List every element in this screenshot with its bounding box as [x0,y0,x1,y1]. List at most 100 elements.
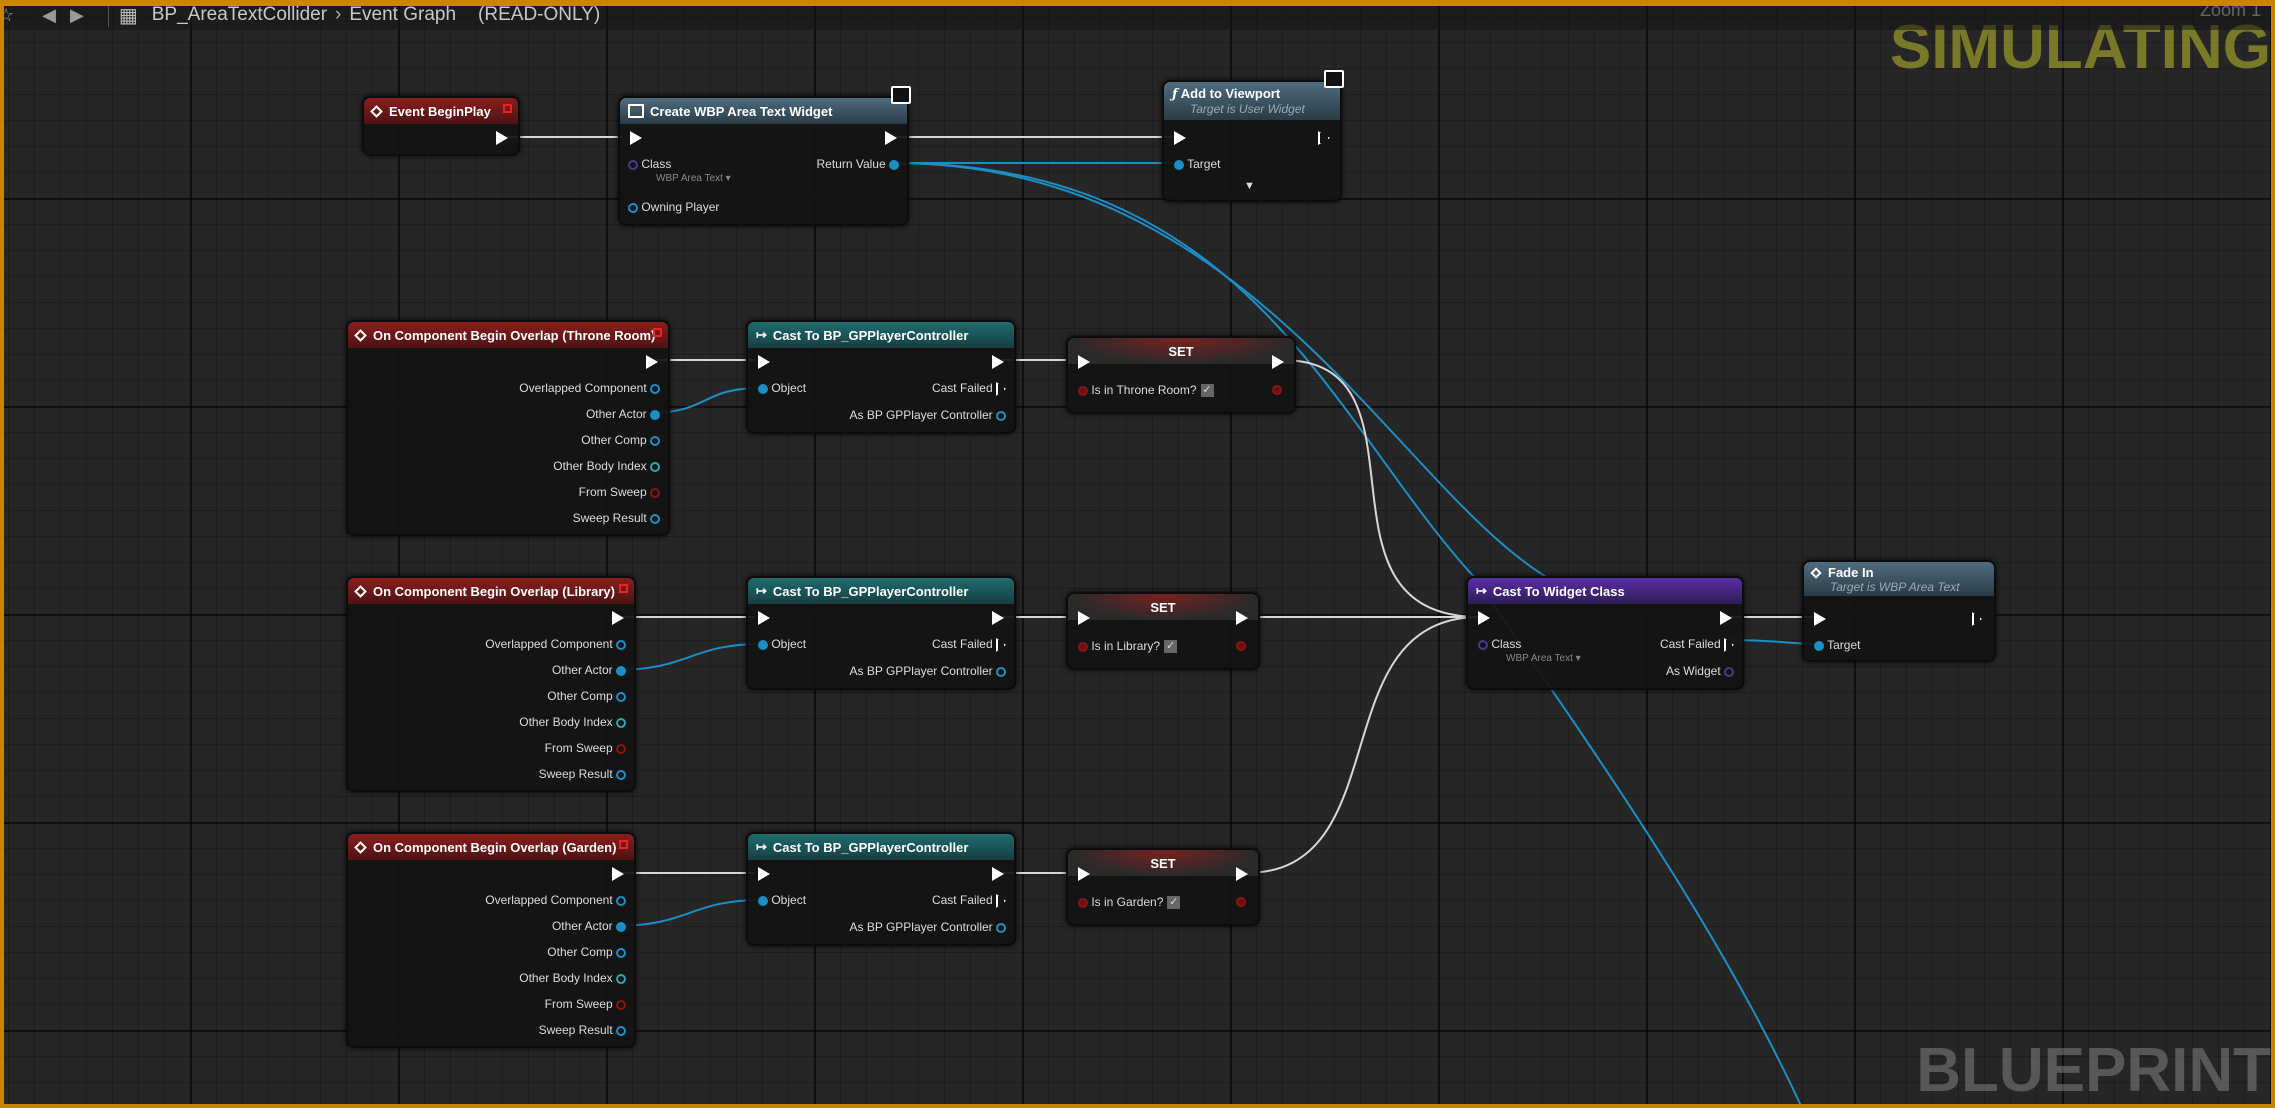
exec-out-pin[interactable] [992,867,1004,881]
class-pin[interactable]: Class [1478,637,1521,651]
cast-failed-pin[interactable]: Cast Failed [932,637,1006,652]
exec-out-pin[interactable] [1972,612,1982,626]
exec-out-pin[interactable] [612,867,624,881]
node-header: On Component Begin Overlap (Garden) [348,834,634,860]
cast-failed-pin[interactable]: Cast Failed [932,381,1006,396]
cast-failed-pin[interactable]: Cast Failed [932,893,1006,908]
forward-arrow-icon[interactable]: ▶ [70,5,84,26]
is-in-garden-pin[interactable]: Is in Garden? ✓ [1078,895,1181,910]
back-arrow-icon[interactable]: ◀ [42,5,56,26]
cast-to-playercontroller-node[interactable]: ↦ Cast To BP_GPPlayerController Object Ca… [746,320,1016,434]
overlap-throne-room-node[interactable]: On Component Begin Overlap (Throne Room)… [346,320,670,536]
checkbox[interactable]: ✓ [1164,640,1178,654]
as-playercontroller-pin[interactable]: As BP GPPlayer Controller [849,408,1006,422]
other-body-index-pin[interactable]: Other Body Index [519,971,626,985]
exec-in-pin[interactable] [630,131,642,145]
bool-out-pin[interactable] [1236,641,1246,651]
return-value-pin[interactable]: Return Value [817,157,899,171]
delegate-pin-icon[interactable] [619,584,628,593]
exec-in-pin[interactable] [1814,612,1826,626]
exec-in-pin[interactable] [758,611,770,625]
overlapped-component-pin[interactable]: Overlapped Component [519,381,660,395]
exec-out-pin[interactable] [612,611,624,625]
exec-in-pin[interactable] [1478,611,1490,625]
class-pin[interactable]: Class [628,157,671,171]
from-sweep-pin[interactable]: From Sweep [545,997,626,1011]
checkbox[interactable]: ✓ [1167,896,1181,910]
other-comp-pin[interactable]: Other Comp [581,433,660,447]
expand-arrow-icon[interactable]: ▼ [1244,180,1255,192]
breadcrumb-graph[interactable]: Event Graph [349,4,456,26]
exec-in-pin[interactable] [1078,867,1090,881]
owning-player-pin[interactable]: Owning Player [628,200,719,214]
exec-out-pin[interactable] [1236,867,1248,881]
other-actor-pin[interactable]: Other Actor [552,919,626,933]
bool-out-pin[interactable] [1272,385,1282,395]
class-dropdown[interactable]: WBP Area Text ▾ [656,173,731,184]
node-header: On Component Begin Overlap (Throne Room) [348,322,668,348]
other-comp-pin[interactable]: Other Comp [547,945,626,959]
exec-in-pin[interactable] [758,355,770,369]
from-sweep-pin[interactable]: From Sweep [579,485,660,499]
set-library-node[interactable]: SET Is in Library? ✓ [1066,592,1260,670]
graph-toolbar: ☆ ◀ ▶ ▦ BP_AreaTextCollider › Event Grap… [0,0,2275,30]
sweep-result-pin[interactable]: Sweep Result [539,767,626,781]
add-to-viewport-node[interactable]: ƒ Add to Viewport Target is User Widget … [1162,70,1344,202]
star-icon[interactable]: ☆ [0,5,14,26]
exec-in-pin[interactable] [1078,355,1090,369]
is-in-library-pin[interactable]: Is in Library? ✓ [1078,639,1178,654]
event-diamond-icon [354,840,367,854]
is-in-throne-room-pin[interactable]: Is in Throne Room? ✓ [1078,383,1214,398]
other-actor-pin[interactable]: Other Actor [586,407,660,421]
delegate-pin-icon[interactable] [503,104,512,113]
object-pin[interactable]: Object [758,637,806,651]
sweep-result-pin[interactable]: Sweep Result [539,1023,626,1037]
overlapped-component-pin[interactable]: Overlapped Component [485,637,626,651]
create-widget-node[interactable]: Create WBP Area Text Widget Class WBP Ar… [618,86,911,226]
as-playercontroller-pin[interactable]: As BP GPPlayer Controller [849,664,1006,678]
from-sweep-pin[interactable]: From Sweep [545,741,626,755]
event-beginplay-node[interactable]: Event BeginPlay [362,96,520,156]
overlap-library-node[interactable]: On Component Begin Overlap (Library) Ove… [346,576,636,792]
exec-out-pin[interactable] [992,355,1004,369]
checkbox[interactable]: ✓ [1200,384,1214,398]
as-playercontroller-pin[interactable]: As BP GPPlayer Controller [849,920,1006,934]
exec-out-pin[interactable] [1318,131,1330,145]
exec-in-pin[interactable] [1174,131,1186,145]
target-pin[interactable]: Target [1174,157,1220,171]
delegate-pin-icon[interactable] [653,328,662,337]
cast-arrow-icon: ↦ [756,839,767,854]
bool-out-pin[interactable] [1236,897,1246,907]
exec-out-pin[interactable] [1720,611,1732,625]
class-dropdown[interactable]: WBP Area Text ▾ [1506,653,1581,664]
as-widget-pin[interactable]: As Widget [1666,664,1734,678]
other-body-index-pin[interactable]: Other Body Index [519,715,626,729]
cast-to-playercontroller-node[interactable]: ↦ Cast To BP_GPPlayerController Object Ca… [746,832,1016,946]
other-body-index-pin[interactable]: Other Body Index [553,459,660,473]
cast-to-playercontroller-node[interactable]: ↦ Cast To BP_GPPlayerController Object Ca… [746,576,1016,690]
delegate-pin-icon[interactable] [619,840,628,849]
cast-failed-pin[interactable]: Cast Failed [1660,637,1734,652]
set-throne-room-node[interactable]: SET Is in Throne Room? ✓ [1066,336,1296,414]
breadcrumb-asset[interactable]: BP_AreaTextCollider [152,4,327,26]
object-pin[interactable]: Object [758,893,806,907]
exec-out-pin[interactable] [646,355,658,369]
exec-out-pin[interactable] [496,131,508,145]
other-actor-pin[interactable]: Other Actor [552,663,626,677]
exec-out-pin[interactable] [1272,355,1284,369]
sweep-result-pin[interactable]: Sweep Result [573,511,660,525]
exec-out-pin[interactable] [885,131,897,145]
object-pin[interactable]: Object [758,381,806,395]
exec-out-pin[interactable] [992,611,1004,625]
overlap-garden-node[interactable]: On Component Begin Overlap (Garden) Over… [346,832,636,1048]
overlapped-component-pin[interactable]: Overlapped Component [485,893,626,907]
node-title: On Component Begin Overlap (Library) [373,583,615,599]
exec-out-pin[interactable] [1236,611,1248,625]
fade-in-node[interactable]: Fade In Target is WBP Area Text Target [1802,560,1996,662]
exec-in-pin[interactable] [758,867,770,881]
other-comp-pin[interactable]: Other Comp [547,689,626,703]
set-garden-node[interactable]: SET Is in Garden? ✓ [1066,848,1260,926]
target-pin[interactable]: Target [1814,638,1860,652]
exec-in-pin[interactable] [1078,611,1090,625]
cast-to-widget-class-node[interactable]: ↦ Cast To Widget Class Class WBP Area Tex… [1466,576,1744,690]
